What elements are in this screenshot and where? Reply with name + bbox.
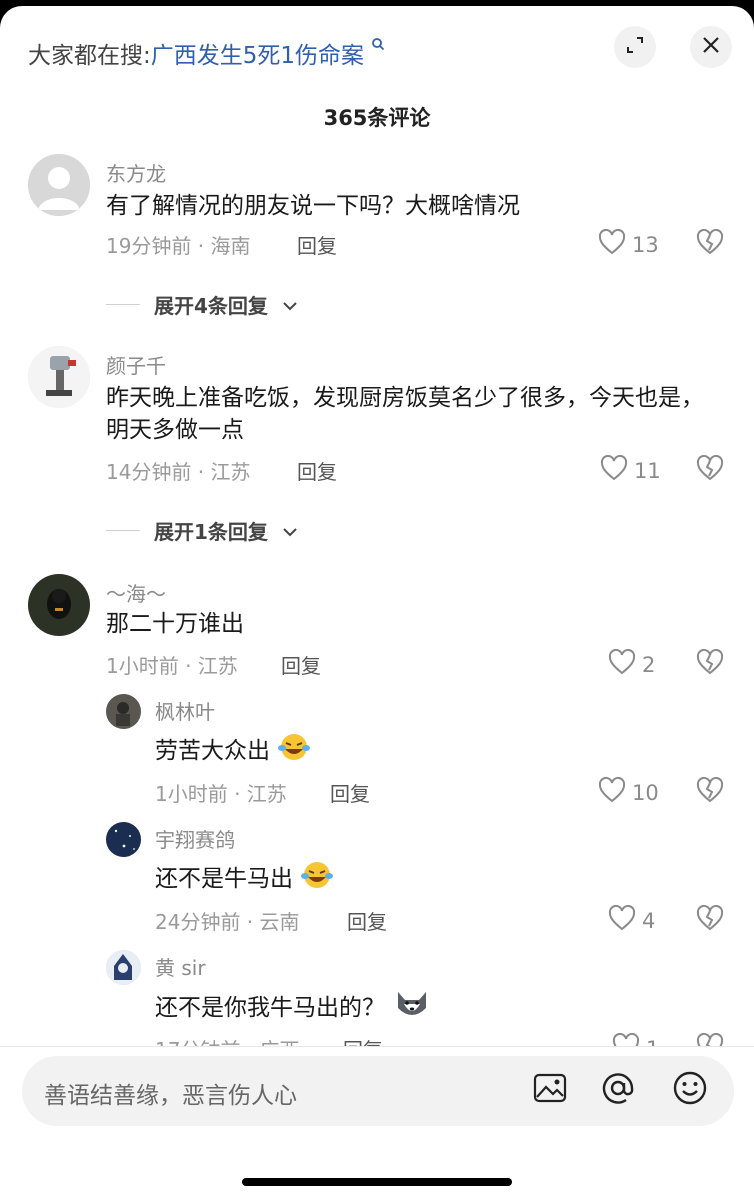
like-count: 11 bbox=[634, 458, 661, 483]
comment-list[interactable]: 东方龙 有了解情况的朋友说一下吗？大概啥情况 19分钟前 · 海南 回复 13 … bbox=[0, 146, 754, 1046]
dislike-button[interactable] bbox=[696, 904, 724, 935]
comment-text: 那二十万谁出 bbox=[106, 611, 244, 637]
like-button[interactable]: 10 bbox=[598, 776, 659, 808]
divider-dash bbox=[106, 530, 140, 531]
emoji-icon bbox=[672, 1070, 708, 1110]
dislike-button[interactable] bbox=[696, 1032, 724, 1046]
home-indicator bbox=[242, 1178, 512, 1186]
like-button[interactable]: 11 bbox=[600, 454, 661, 486]
broken-heart-icon bbox=[696, 648, 724, 679]
husky-dog-emoji-icon bbox=[392, 988, 432, 1029]
comment-username[interactable]: ～海～ bbox=[106, 578, 166, 607]
comment-username[interactable]: 颜子千 bbox=[106, 350, 166, 379]
header: 大家都在搜:广西发生5死1伤命案 bbox=[0, 6, 754, 94]
like-count: 13 bbox=[632, 232, 659, 257]
like-count: 10 bbox=[632, 780, 659, 805]
divider-dash bbox=[106, 304, 140, 305]
input-divider bbox=[0, 1046, 754, 1047]
comment-input-bar[interactable]: 善语结善缘，恶言伤人心 bbox=[22, 1056, 734, 1126]
comment-input-placeholder[interactable]: 善语结善缘，恶言伤人心 bbox=[44, 1076, 297, 1110]
mention-button[interactable] bbox=[600, 1072, 636, 1108]
like-button[interactable]: 13 bbox=[598, 228, 659, 260]
heart-icon bbox=[612, 1032, 640, 1046]
like-count: 4 bbox=[642, 908, 656, 933]
comment-time-location: 19分钟前 · 海南 bbox=[106, 234, 251, 258]
broken-heart-icon bbox=[696, 228, 724, 259]
comment-text: 有了解情况的朋友说一下吗？大概啥情况 bbox=[106, 193, 520, 219]
heart-icon bbox=[600, 454, 628, 486]
comment-time-location: 1小时前 · 江苏 bbox=[106, 654, 238, 678]
dislike-button[interactable] bbox=[696, 454, 724, 485]
laughing-crying-emoji-icon bbox=[300, 860, 334, 899]
hot-search-term[interactable]: 广西发生5死1伤命案 bbox=[151, 43, 364, 69]
reply-button[interactable]: 回复 bbox=[281, 650, 321, 679]
like-button[interactable]: 2 bbox=[608, 648, 656, 680]
heart-icon bbox=[608, 904, 636, 936]
dislike-button[interactable] bbox=[696, 648, 724, 679]
broken-heart-icon bbox=[696, 776, 724, 807]
comment-time-location: 14分钟前 · 江苏 bbox=[106, 460, 251, 484]
reply-button[interactable]: 回复 bbox=[297, 456, 337, 485]
broken-heart-icon bbox=[696, 904, 724, 935]
emoji-button[interactable] bbox=[672, 1070, 708, 1110]
reply-text: 还不是牛马出 bbox=[155, 860, 695, 899]
reply-text-content: 还不是牛马出 bbox=[155, 866, 293, 892]
reply-text-content: 还不是你我牛马出的？ bbox=[155, 995, 385, 1021]
expand-replies-button[interactable]: 展开1条回复 bbox=[106, 516, 298, 545]
avatar[interactable] bbox=[28, 154, 90, 216]
dislike-button[interactable] bbox=[696, 776, 724, 807]
avatar[interactable] bbox=[106, 950, 141, 985]
like-button[interactable]: 4 bbox=[608, 904, 656, 936]
like-count: 2 bbox=[642, 652, 656, 677]
reply-text: 劳苦大众出 bbox=[155, 732, 695, 771]
expand-replies-button[interactable]: 展开4条回复 bbox=[106, 290, 298, 319]
expand-replies-label: 展开1条回复 bbox=[154, 520, 268, 544]
heart-icon bbox=[608, 648, 636, 680]
search-icon bbox=[366, 36, 385, 55]
reply-username[interactable]: 宇翔赛鸽 bbox=[155, 824, 235, 853]
hot-search-prefix: 大家都在搜: bbox=[28, 43, 151, 69]
reply-time-location: 24分钟前 · 云南 bbox=[155, 910, 300, 934]
close-icon bbox=[701, 35, 721, 59]
reply-text: 还不是你我牛马出的？ bbox=[155, 988, 695, 1029]
comment-count: 365条评论 bbox=[323, 106, 431, 130]
avatar[interactable] bbox=[106, 822, 141, 857]
comment-username[interactable]: 东方龙 bbox=[106, 158, 166, 187]
reply-time-location: 17分钟前 · 广西 bbox=[155, 1034, 300, 1046]
reply-button[interactable]: 回复 bbox=[343, 1034, 383, 1046]
at-icon bbox=[601, 1071, 635, 1109]
avatar[interactable] bbox=[28, 346, 90, 408]
chevron-down-icon bbox=[282, 519, 298, 543]
laughing-crying-emoji-icon bbox=[277, 732, 311, 771]
avatar[interactable] bbox=[28, 574, 90, 636]
dislike-button[interactable] bbox=[696, 228, 724, 259]
expand-icon bbox=[625, 35, 645, 59]
reply-time-location: 1小时前 · 江苏 bbox=[155, 782, 287, 806]
reply-button[interactable]: 回复 bbox=[330, 778, 370, 807]
heart-icon bbox=[598, 228, 626, 260]
hot-search-link[interactable]: 大家都在搜:广西发生5死1伤命案 bbox=[28, 36, 385, 70]
comment-sheet: 大家都在搜:广西发生5死1伤命案 365条评论 东方龙 有了解情况的朋友说一下吗… bbox=[0, 6, 754, 1200]
image-icon bbox=[533, 1073, 567, 1107]
close-button[interactable] bbox=[690, 26, 732, 68]
like-button[interactable]: 1 bbox=[612, 1032, 659, 1047]
reply-button[interactable]: 回复 bbox=[297, 230, 337, 259]
expand-replies-label: 展开4条回复 bbox=[154, 294, 268, 318]
chevron-down-icon bbox=[282, 293, 298, 317]
reply-username[interactable]: 黄 sir bbox=[155, 952, 206, 981]
like-count: 1 bbox=[646, 1037, 659, 1047]
image-button[interactable] bbox=[532, 1072, 568, 1108]
broken-heart-icon bbox=[696, 454, 724, 485]
reply-username[interactable]: 枫林叶 bbox=[155, 696, 215, 725]
reply-button[interactable]: 回复 bbox=[347, 906, 387, 935]
avatar[interactable] bbox=[106, 694, 141, 729]
heart-icon bbox=[598, 776, 626, 808]
reply-text-content: 劳苦大众出 bbox=[155, 738, 270, 764]
expand-button[interactable] bbox=[614, 26, 656, 68]
comment-text: 昨天晚上准备吃饭，发现厨房饭莫名少了很多，今天也是，明天多做一点 bbox=[106, 385, 704, 443]
